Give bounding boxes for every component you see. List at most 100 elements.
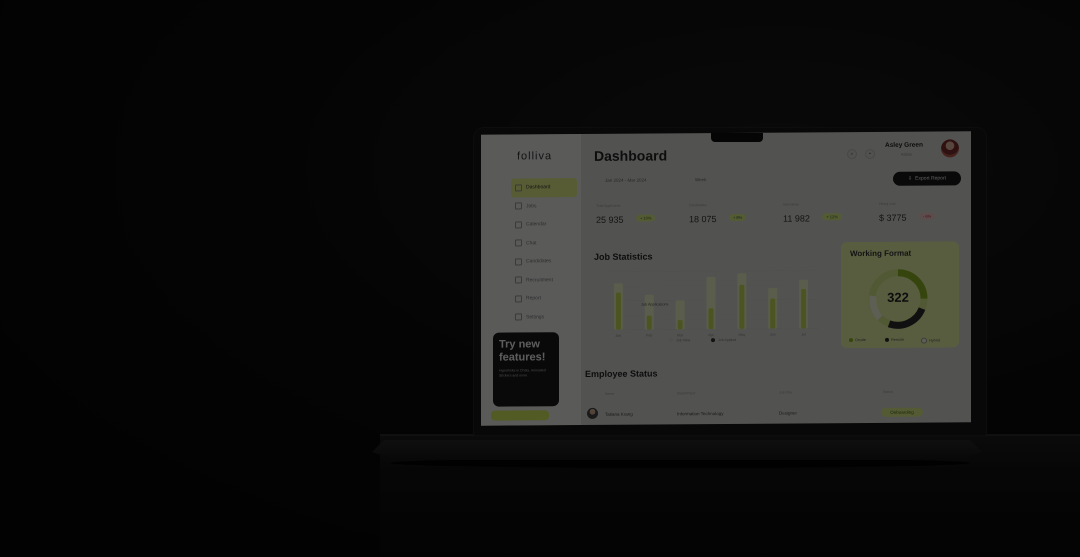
column-header-department: Department	[677, 391, 696, 396]
stat-change-badge: - 6%	[918, 212, 936, 220]
job-statistics-title: Job Statistics	[594, 251, 653, 262]
sidebar-item-label: Calendar	[526, 221, 547, 228]
promo-card: Try new features! Hyperlinks in Chats, A…	[493, 332, 559, 407]
user-name: Asley Green	[885, 141, 923, 149]
export-label: Export Report	[915, 175, 947, 182]
stat-label: Interviews	[783, 202, 799, 207]
camera-notch	[711, 133, 763, 142]
legend-job-applied: Job Applied	[711, 338, 736, 343]
sidebar-item-label: Recruitment	[526, 276, 553, 284]
working-format-total: 322	[887, 289, 909, 305]
stat-value: 18 075	[689, 214, 717, 225]
bar-job-applied-feb[interactable]	[646, 315, 652, 330]
promo-button[interactable]	[491, 410, 549, 421]
x-tick-label: Mar	[677, 333, 684, 337]
legend-remote: Remote	[885, 338, 904, 342]
x-tick-label: Jun	[770, 333, 776, 337]
user-icon	[515, 258, 522, 266]
stat-change-badge: + 12%	[822, 213, 842, 221]
column-header-job-title: Job Title	[779, 390, 793, 395]
stat-interviews: Interviews 11 982 + 12%	[783, 202, 873, 225]
employee-avatar	[587, 407, 598, 419]
sidebar-item-dashboard[interactable]: Dashboard	[511, 178, 577, 198]
employee-name[interactable]: Tatiana Krang	[605, 412, 633, 417]
column-header-status: Status	[883, 389, 893, 394]
search-icon[interactable]: ⌕	[847, 149, 857, 160]
user-role: Admin	[901, 151, 913, 157]
period-select[interactable]: Week	[695, 177, 706, 182]
bar-job-applied-jul[interactable]	[801, 289, 807, 329]
sidebar-item-candidates[interactable]: Candidates	[511, 252, 577, 271]
x-tick-label: Jan	[616, 334, 622, 338]
legend-swatch	[921, 337, 927, 344]
working-format-card: Working Format 322 Onsite Remote Hybrid	[841, 241, 959, 349]
download-icon: ⇩	[907, 175, 913, 182]
employee-job-title: Designer	[779, 410, 798, 416]
gear-icon	[515, 313, 522, 321]
legend-label: Job View	[676, 338, 691, 343]
chart-tooltip: Job Applications	[641, 302, 669, 307]
sidebar-item-label: Settings	[526, 314, 545, 321]
x-tick-label: Feb	[646, 334, 652, 338]
calendar-icon	[515, 221, 522, 229]
grid-line	[603, 270, 819, 273]
bar-job-applied-jan[interactable]	[615, 292, 621, 330]
stat-label: Hiring cost	[879, 201, 896, 206]
bell-icon[interactable]: •	[865, 148, 875, 160]
legend-label: Onsite	[855, 338, 866, 343]
sidebar-item-label: Chat	[526, 240, 537, 247]
stat-value: 11 982	[783, 213, 810, 224]
stat-total-applicants: Total Applicants 25 935 + 10%	[596, 203, 686, 226]
users-icon	[515, 276, 522, 284]
donut-segment-remote	[887, 307, 926, 329]
sidebar-item-report[interactable]: Report	[511, 289, 577, 308]
sidebar-nav: Dashboard Jobs Calendar Chat Candidates …	[511, 178, 577, 326]
legend-hybrid: Hybrid	[921, 337, 940, 344]
column-header-name: Name	[605, 391, 615, 396]
legend-swatch	[711, 338, 715, 343]
stat-label: Total Applicants	[596, 203, 621, 208]
legend-job-view: Job View	[669, 338, 691, 343]
stat-value: 25 935	[596, 214, 624, 225]
report-icon	[515, 295, 522, 303]
sidebar-item-label: Jobs	[526, 203, 537, 210]
bar-job-applied-may[interactable]	[739, 284, 745, 329]
date-range-picker[interactable]: Jan 2024 - Mar 2024	[605, 178, 647, 183]
bar-job-applied-apr[interactable]	[708, 308, 714, 330]
sidebar-item-chat[interactable]: Chat	[511, 234, 577, 253]
stat-label: Candidates	[689, 203, 707, 208]
page-title: Dashboard	[594, 147, 668, 164]
stat-change-badge: + 10%	[635, 214, 656, 222]
laptop-base	[372, 440, 982, 460]
sidebar-item-label: Candidates	[526, 258, 552, 265]
stat-change-badge: + 8%	[728, 214, 747, 222]
sidebar-item-label: Report	[526, 295, 542, 302]
promo-description: Hyperlinks in Chats, Animated Stickers a…	[499, 368, 546, 378]
export-report-button[interactable]: ⇩ Export Report	[893, 171, 961, 186]
sidebar-item-label: Dashboard	[526, 184, 551, 191]
legend-onsite: Onsite	[849, 338, 866, 343]
laptop-screen: folliva Dashboard Jobs Calendar Chat Can…	[481, 131, 971, 426]
briefcase-icon	[515, 202, 522, 210]
employee-department: Information Technology	[677, 411, 724, 417]
avatar[interactable]	[941, 139, 959, 158]
app-logo: folliva	[517, 150, 553, 163]
x-tick-label: Jul	[801, 332, 806, 336]
sidebar-item-settings[interactable]: Settings	[511, 308, 577, 327]
x-tick-label: May	[738, 333, 745, 337]
sidebar-item-recruitment[interactable]: Recruitment	[511, 271, 577, 290]
status-badge: Onboarding	[881, 407, 923, 417]
legend-swatch	[849, 338, 853, 343]
bar-job-applied-jun[interactable]	[770, 298, 776, 329]
bar-job-applied-mar[interactable]	[677, 320, 683, 330]
stat-hiring-cost: Hiring cost $ 3775 - 6%	[879, 201, 969, 224]
stat-candidates: Candidates 18 075 + 8%	[689, 203, 779, 226]
sidebar-item-jobs[interactable]: Jobs	[511, 197, 577, 216]
sidebar-item-calendar[interactable]: Calendar	[511, 215, 577, 234]
legend-swatch	[885, 337, 889, 342]
promo-title: Try new features!	[499, 338, 546, 364]
sidebar: folliva Dashboard Jobs Calendar Chat Can…	[481, 134, 581, 426]
legend-label: Hybrid	[929, 338, 940, 343]
stat-value: $ 3775	[879, 212, 907, 223]
grid-icon	[515, 184, 522, 192]
